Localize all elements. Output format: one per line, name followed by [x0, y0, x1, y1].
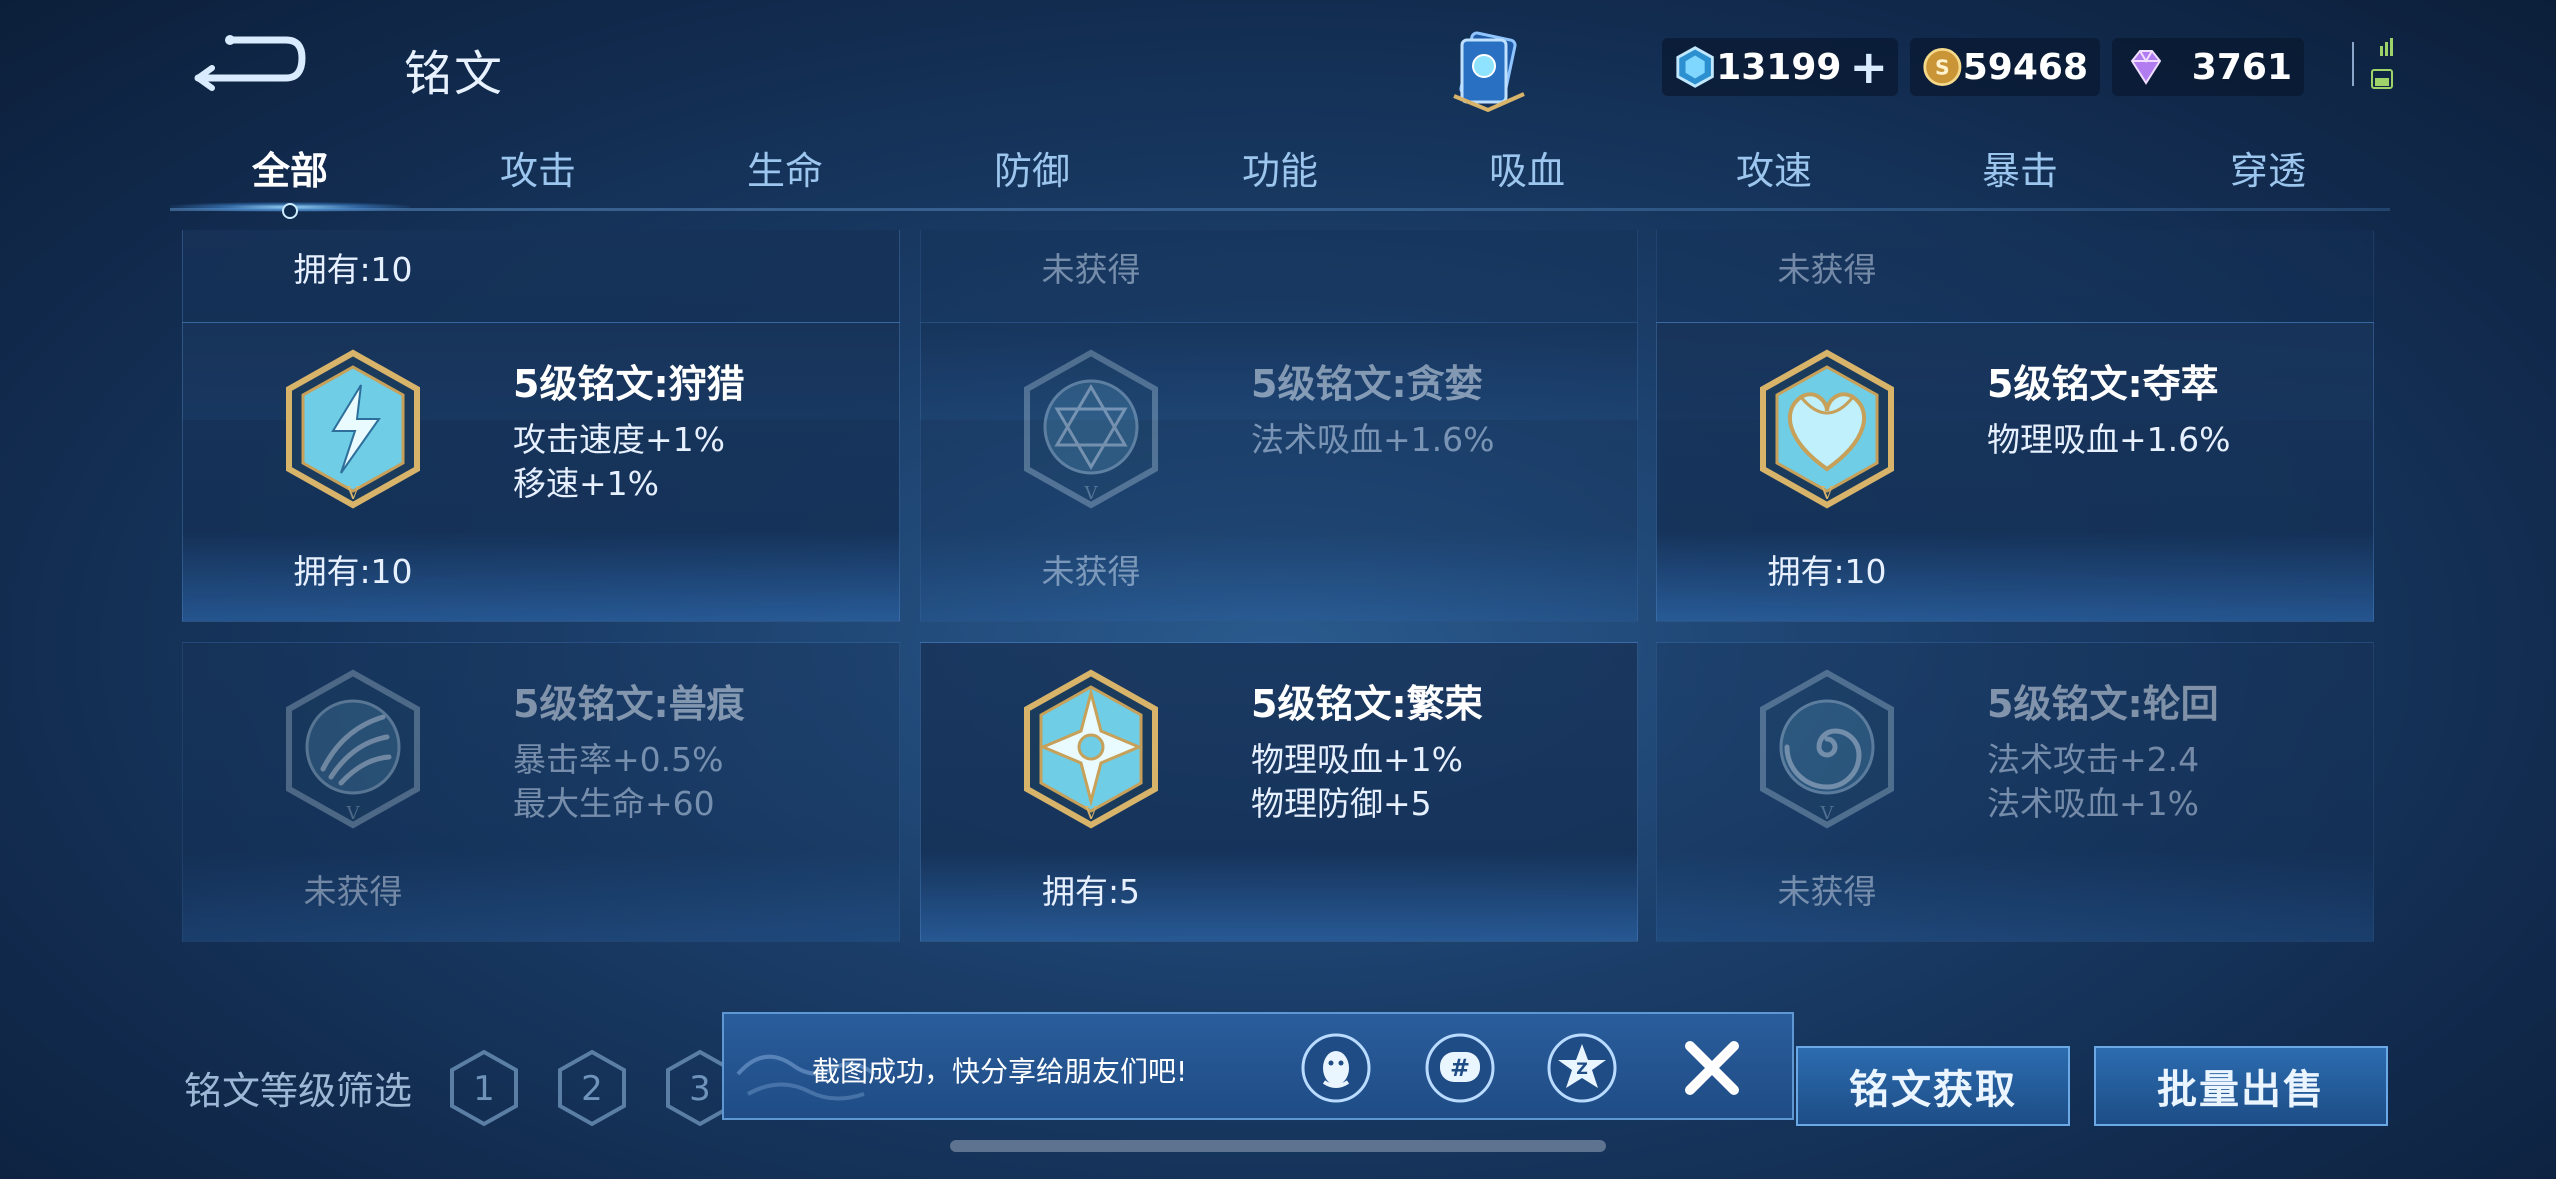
- diamond-icon: [2130, 50, 2162, 85]
- diamond-value: 3761: [2191, 46, 2292, 88]
- qq-icon[interactable]: [1300, 1032, 1372, 1104]
- level-filter-text: 1: [473, 1069, 495, 1109]
- tab-penetration[interactable]: 穿透: [2188, 140, 2348, 195]
- rune-name: 5级铭文:狩猎: [513, 362, 745, 406]
- add-crystal-icon[interactable]: +: [1849, 44, 1888, 90]
- rune-card[interactable]: V 5级铭文:狩猎 攻击速度+1% 移速+1% 拥有:10: [182, 322, 900, 622]
- tab-attack-speed[interactable]: 攻速: [1694, 140, 1854, 195]
- svg-text:S: S: [1935, 55, 1950, 79]
- gold-currency: S 59468: [1910, 38, 2100, 96]
- level-filter-label: 铭文等级筛选: [184, 1069, 413, 1113]
- svg-text:V: V: [346, 803, 361, 824]
- qzone-icon[interactable]: Z: [1546, 1032, 1618, 1104]
- page-title: 铭文: [404, 46, 505, 102]
- tab-health[interactable]: 生命: [705, 140, 865, 195]
- heart-rune-icon: V: [1760, 349, 1894, 509]
- svg-text:V: V: [1084, 803, 1099, 824]
- network-battery-icon: [2352, 38, 2393, 89]
- rune-name: 5级铭文:兽痕: [513, 682, 745, 726]
- rune-stat: 移速+1%: [513, 464, 660, 503]
- svg-text:Z: Z: [1576, 1059, 1588, 1078]
- rune-card-icon[interactable]: [1444, 26, 1534, 116]
- rune-stat: 法术攻击+2.4: [1987, 740, 2200, 779]
- rune-owned-count: 未获得: [1777, 872, 1877, 911]
- rune-owned-count: 拥有:10: [1767, 552, 1887, 591]
- svg-text:V: V: [1084, 483, 1099, 504]
- level-filter-1[interactable]: 1: [448, 1048, 520, 1128]
- rune-owned-count: 拥有:10: [293, 250, 413, 289]
- svg-text:#: #: [1450, 1054, 1470, 1082]
- crystal-value: 13199: [1716, 46, 1842, 88]
- level-filter-text: 3: [689, 1069, 711, 1109]
- rune-stat: 物理吸血+1.6%: [1987, 420, 2231, 459]
- tab-lifesteal[interactable]: 吸血: [1447, 140, 1607, 195]
- hexagram-rune-icon: V: [1024, 349, 1158, 509]
- svg-text:V: V: [1820, 483, 1835, 504]
- claw-rune-icon: V: [286, 669, 420, 829]
- lightning-rune-icon: V: [286, 349, 420, 509]
- level-filter-2[interactable]: 2: [556, 1048, 628, 1128]
- rune-name: 5级铭文:夺萃: [1987, 362, 2219, 406]
- rune-card[interactable]: V 5级铭文:夺萃 物理吸血+1.6% 拥有:10: [1656, 322, 2374, 622]
- rune-name: 5级铭文:繁荣: [1251, 682, 1483, 726]
- rune-stat: 暴击率+0.5%: [513, 740, 724, 779]
- tab-utility[interactable]: 功能: [1200, 140, 1360, 195]
- screenshot-share-toast: 截图成功，快分享给朋友们吧! # Z: [722, 1012, 1794, 1120]
- rune-card[interactable]: V 5级铭文:贪婪 法术吸血+1.6% 未获得: [920, 322, 1638, 622]
- diamond-currency: 3761: [2112, 38, 2304, 96]
- rune-card[interactable]: V 5级铭文:兽痕 暴击率+0.5% 最大生命+60 未获得: [182, 642, 900, 942]
- rune-owned-count: 拥有:10: [293, 552, 413, 591]
- rune-owned-count: 未获得: [1777, 250, 1877, 289]
- rune-stat: 物理防御+5: [1251, 784, 1432, 823]
- tab-divider: [170, 208, 2390, 211]
- gold-value: 59468: [1962, 46, 2088, 88]
- obtain-rune-button[interactable]: 铭文获取: [1796, 1046, 2070, 1126]
- rune-stat: 物理吸血+1%: [1251, 740, 1464, 779]
- tab-crit[interactable]: 暴击: [1940, 140, 2100, 195]
- bulk-sell-button[interactable]: 批量出售: [2094, 1046, 2388, 1126]
- rune-card[interactable]: V 5级铭文:轮回 法术攻击+2.4 法术吸血+1% 未获得: [1656, 642, 2374, 942]
- svg-text:V: V: [1820, 803, 1835, 824]
- star-rune-icon: V: [1024, 669, 1158, 829]
- rune-stat: 法术吸血+1.6%: [1251, 420, 1495, 459]
- crystal-currency: 13199 +: [1662, 38, 1898, 96]
- spiral-rune-icon: V: [1760, 669, 1894, 829]
- rune-stat: 攻击速度+1%: [513, 420, 726, 459]
- rune-owned-count: 未获得: [1041, 552, 1141, 591]
- rune-owned-count: 拥有:5: [1041, 872, 1141, 911]
- crystal-coupon-icon: [1676, 46, 1714, 88]
- category-tabs: 全部 攻击 生命 防御 功能 吸血 攻速 暴击 穿透: [170, 140, 2390, 212]
- back-arrow-icon[interactable]: [190, 28, 310, 98]
- level-filter-text: 2: [581, 1069, 603, 1109]
- rune-stat: 法术吸血+1%: [1987, 784, 2200, 823]
- rune-stat: 最大生命+60: [513, 784, 715, 823]
- rune-name: 5级铭文:轮回: [1987, 682, 2219, 726]
- active-tab-dot: [282, 203, 298, 219]
- toast-message: 截图成功，快分享给朋友们吧!: [812, 1055, 1188, 1088]
- rune-owned-count: 未获得: [303, 872, 403, 911]
- tab-defense[interactable]: 防御: [952, 140, 1112, 195]
- gold-coin-icon: S: [1923, 48, 1962, 86]
- home-indicator[interactable]: [950, 1140, 1606, 1152]
- tab-attack[interactable]: 攻击: [458, 140, 618, 195]
- close-icon[interactable]: [1674, 1030, 1750, 1106]
- rune-name: 5级铭文:贪婪: [1251, 362, 1483, 406]
- wechat-moments-icon[interactable]: #: [1424, 1032, 1496, 1104]
- rune-card[interactable]: V 5级铭文:繁荣 物理吸血+1% 物理防御+5 拥有:5: [920, 642, 1638, 942]
- rune-grid[interactable]: 拥有:10 未获得 未获得 V 5级铭文:狩猎 攻击速度+1% 移速+1% 拥有…: [180, 230, 2380, 950]
- rune-owned-count: 未获得: [1041, 250, 1141, 289]
- svg-text:V: V: [346, 483, 361, 504]
- tab-all[interactable]: 全部: [210, 140, 370, 195]
